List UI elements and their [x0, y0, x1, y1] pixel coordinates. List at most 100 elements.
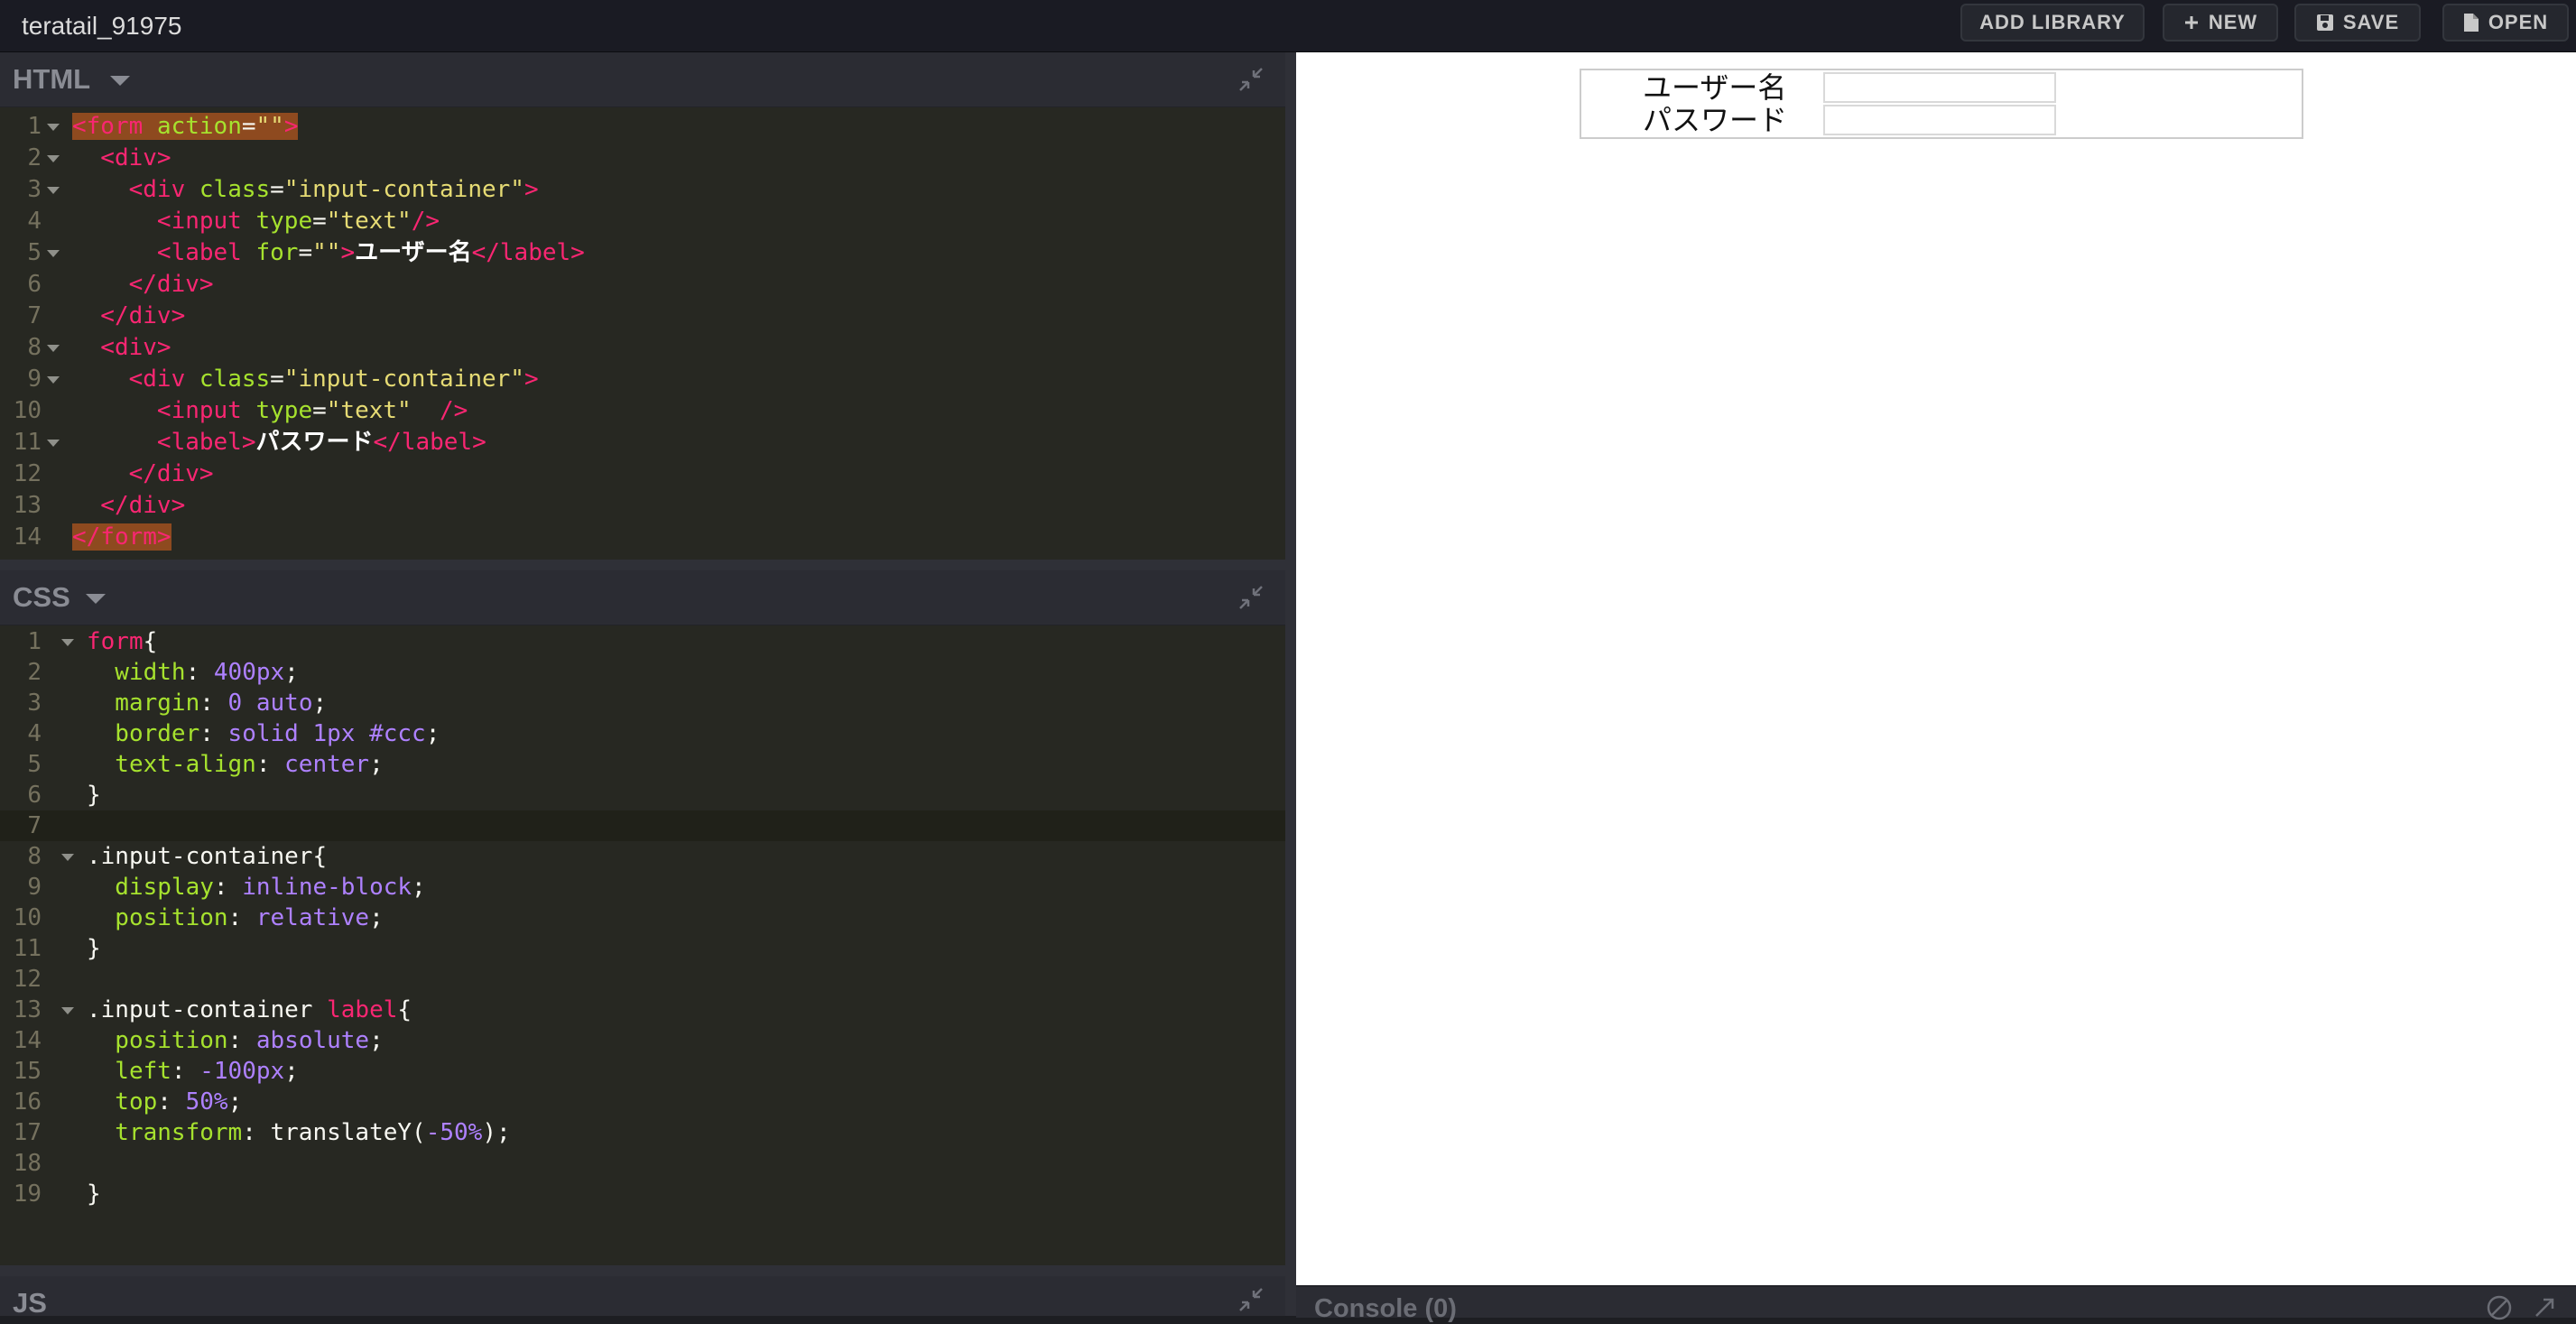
- line-number: 3: [27, 176, 42, 203]
- code-token: </div>: [72, 271, 214, 298]
- plus-icon: [2184, 16, 2198, 29]
- open-button[interactable]: OPEN: [2442, 4, 2569, 42]
- code-token: [143, 113, 157, 140]
- code-token: <label: [72, 239, 256, 266]
- code-line[interactable]: 13 .input-container label{: [0, 995, 1285, 1025]
- code-token: }: [87, 782, 101, 809]
- code-token: :: [213, 874, 243, 901]
- line-number: 12: [13, 460, 42, 487]
- fold-arrow-icon[interactable]: [47, 124, 60, 131]
- line-number: 1: [27, 628, 42, 655]
- code-token: :: [157, 1088, 186, 1116]
- code-line[interactable]: 16 top: 50%;: [0, 1087, 1285, 1117]
- code-line[interactable]: 7 </div>: [0, 301, 1285, 331]
- code-line[interactable]: 14 </form>: [0, 522, 1285, 552]
- result-preview: ユーザー名 パスワード: [1296, 52, 2576, 1285]
- code-text: <input type="text" />: [72, 395, 468, 426]
- line-number: 9: [27, 366, 42, 393]
- fold-arrow-icon[interactable]: [47, 155, 60, 162]
- code-line[interactable]: 3 margin: 0 auto;: [0, 688, 1285, 718]
- code-token: display: [87, 874, 214, 901]
- password-input[interactable]: [1823, 105, 2056, 135]
- code-token: =: [270, 176, 284, 203]
- code-line[interactable]: 11}: [0, 933, 1285, 964]
- code-token: <div: [72, 366, 199, 393]
- fold-arrow-icon[interactable]: [47, 345, 60, 352]
- fold-arrow-icon[interactable]: [61, 1007, 74, 1014]
- project-title[interactable]: teratail_91975: [22, 0, 181, 52]
- fold-arrow-icon[interactable]: [47, 250, 60, 257]
- code-line[interactable]: 14 position: absolute;: [0, 1025, 1285, 1056]
- code-line[interactable]: 12 </div>: [0, 458, 1285, 489]
- code-line[interactable]: 4 border: solid 1px #ccc;: [0, 718, 1285, 749]
- chevron-down-icon[interactable]: [86, 594, 106, 604]
- code-line[interactable]: 3 <div class="input-container">: [0, 174, 1285, 205]
- pane-resizer[interactable]: [0, 560, 1285, 570]
- code-line[interactable]: 11 <label>パスワード</label>: [0, 427, 1285, 458]
- console-bar: Console (0): [1296, 1285, 2576, 1323]
- code-text: </form>: [72, 522, 171, 552]
- code-line[interactable]: 7: [0, 810, 1285, 841]
- collapse-icon[interactable]: [1237, 65, 1265, 94]
- code-line[interactable]: 2 width: 400px;: [0, 657, 1285, 688]
- code-line[interactable]: 19}: [0, 1179, 1285, 1209]
- code-line[interactable]: 10 position: relative;: [0, 903, 1285, 933]
- chevron-down-icon[interactable]: [110, 76, 130, 86]
- code-line[interactable]: 13 </div>: [0, 490, 1285, 521]
- code-token: <label>: [72, 429, 256, 456]
- line-number: 7: [27, 302, 42, 329]
- code-token: >: [340, 239, 356, 266]
- code-line[interactable]: 17 transform: translateY(-50%);: [0, 1117, 1285, 1148]
- line-number: 5: [27, 239, 42, 266]
- code-token: =: [241, 113, 256, 140]
- clear-console-icon[interactable]: [2486, 1294, 2513, 1321]
- vertical-resizer[interactable]: [1285, 52, 1296, 1316]
- collapse-icon[interactable]: [1237, 1285, 1265, 1314]
- code-text: </div>: [72, 490, 185, 521]
- code-text: <div class="input-container">: [72, 174, 539, 205]
- collapse-icon[interactable]: [1237, 583, 1265, 612]
- code-token: relative: [255, 904, 370, 931]
- pane-resizer[interactable]: [0, 1265, 1285, 1276]
- code-line[interactable]: 10 <input type="text" />: [0, 395, 1285, 426]
- code-line[interactable]: 15 left: -100px;: [0, 1056, 1285, 1087]
- code-line[interactable]: 5 <label for="">ユーザー名</label>: [0, 237, 1285, 268]
- code-token: ;: [369, 1027, 384, 1054]
- code-line[interactable]: 8 <div>: [0, 332, 1285, 363]
- code-token: </div>: [72, 460, 214, 487]
- console-title[interactable]: Console (0): [1314, 1294, 1457, 1324]
- save-button[interactable]: SAVE: [2294, 4, 2421, 42]
- fold-arrow-icon[interactable]: [61, 639, 74, 646]
- fold-arrow-icon[interactable]: [47, 376, 60, 384]
- code-line[interactable]: 5 text-align: center;: [0, 749, 1285, 780]
- code-text: </div>: [72, 458, 214, 489]
- css-editor[interactable]: 1 form{2 width: 400px; 3 margin: 0 auto; 4 …: [0, 626, 1285, 1258]
- fold-arrow-icon[interactable]: [47, 440, 60, 447]
- code-token: text-align: [87, 751, 256, 778]
- code-line[interactable]: 1 <form action="">: [0, 111, 1285, 142]
- fold-arrow-icon[interactable]: [61, 854, 74, 861]
- code-line[interactable]: 6 </div>: [0, 269, 1285, 300]
- expand-icon[interactable]: [2531, 1294, 2558, 1321]
- line-number: 2: [27, 144, 42, 171]
- code-line[interactable]: 9 display: inline-block;: [0, 872, 1285, 903]
- code-token: 50%: [185, 1088, 228, 1116]
- line-number: 16: [13, 1088, 42, 1116]
- code-line[interactable]: 6}: [0, 780, 1285, 810]
- code-token: position: [87, 1027, 228, 1054]
- code-line[interactable]: 12: [0, 964, 1285, 995]
- add-library-button[interactable]: ADD LIBRARY: [1960, 4, 2145, 42]
- css-pane-title: CSS: [13, 581, 70, 613]
- code-line[interactable]: 4 <input type="text"/>: [0, 206, 1285, 236]
- new-button[interactable]: NEW: [2163, 4, 2278, 42]
- code-line[interactable]: 8 .input-container{: [0, 841, 1285, 872]
- code-line[interactable]: 1 form{: [0, 626, 1285, 657]
- fold-arrow-icon[interactable]: [47, 187, 60, 194]
- line-number: 11: [13, 429, 42, 456]
- code-token: ;: [227, 1088, 243, 1116]
- code-line[interactable]: 2 <div>: [0, 143, 1285, 173]
- html-editor[interactable]: 1 <form action=""> 2 <div> 3 <div class="in…: [0, 111, 1285, 560]
- code-line[interactable]: 18: [0, 1148, 1285, 1179]
- code-line[interactable]: 9 <div class="input-container">: [0, 364, 1285, 394]
- username-input[interactable]: [1823, 72, 2056, 103]
